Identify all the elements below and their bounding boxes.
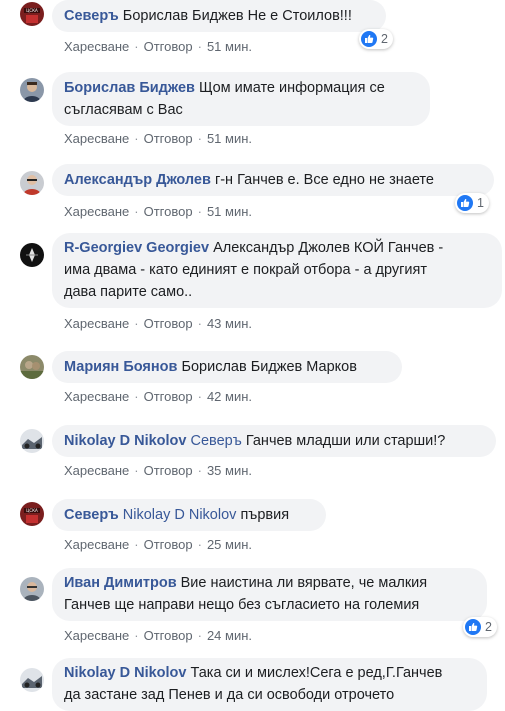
comment-actions: Харесване · Отговор · 24 мин. (64, 628, 252, 643)
comment-text: Борислав Биджев Не е Стоилов!!! (122, 8, 352, 24)
comment-author[interactable]: Северъ (64, 507, 119, 523)
comment-actions: Харесване · Отговор · 25 мин. (64, 537, 252, 552)
reply-link[interactable]: Отговор (144, 204, 193, 219)
reaction-count: 1 (477, 196, 484, 210)
reaction-summary[interactable]: 2 (359, 29, 393, 49)
like-icon (457, 195, 473, 211)
comment-bubble: Борислав Биджев Щом имате информация се … (52, 72, 430, 126)
like-link[interactable]: Харесване (64, 537, 129, 552)
comment-text: Така си и мислех!Сега е ред,Г.Ганчев (190, 665, 443, 681)
timestamp[interactable]: 51 мин. (207, 131, 252, 146)
avatar[interactable]: ЦСКА (20, 502, 44, 526)
avatar[interactable]: ЦСКА (20, 2, 44, 26)
comment-bubble: Иван Димитров Вие наистина ли вярвате, ч… (52, 568, 487, 621)
timestamp[interactable]: 42 мин. (207, 389, 252, 404)
like-link[interactable]: Харесване (64, 131, 129, 146)
svg-text:ЦСКА: ЦСКА (26, 8, 38, 13)
reaction-count: 2 (381, 32, 388, 46)
comment-bubble: Александър Джолев г-н Ганчев е. Все едно… (52, 164, 494, 196)
comment-text: Александър Джолев КОЙ Ганчев - (213, 240, 444, 256)
comment-text: съгласявам с Вас (64, 102, 183, 118)
reaction-summary[interactable]: 2 (463, 617, 497, 637)
comment-bubble: Мариян Боянов Борислав Биджев Марков (52, 351, 402, 383)
comment-actions: Харесване · Отговор · 51 мин. (64, 204, 252, 219)
like-link[interactable]: Харесване (64, 39, 129, 54)
comment-text: дава парите само.. (64, 284, 193, 300)
comment-actions: Харесване · Отговор · 42 мин. (64, 389, 252, 404)
comment-bubble: Северъ Борислав Биджев Не е Стоилов!!! (52, 0, 386, 32)
reply-link[interactable]: Отговор (144, 39, 193, 54)
timestamp[interactable]: 35 мин. (207, 463, 252, 478)
reply-link[interactable]: Отговор (144, 131, 193, 146)
avatar[interactable] (20, 78, 44, 102)
comment-author[interactable]: Борислав Биджев (64, 80, 195, 96)
comment-author[interactable]: Иван Димитров (64, 575, 177, 591)
timestamp[interactable]: 51 мин. (207, 39, 252, 54)
reply-link[interactable]: Отговор (144, 628, 193, 643)
like-icon (361, 31, 377, 47)
avatar[interactable] (20, 668, 44, 692)
like-link[interactable]: Харесване (64, 316, 129, 331)
comment-text: има двама - като единият е покрай отбора… (64, 262, 428, 278)
mention-link[interactable]: Северъ (191, 433, 242, 449)
comment-text: Щом имате информация се (198, 80, 385, 96)
timestamp[interactable]: 25 мин. (207, 537, 252, 552)
comment-author[interactable]: Северъ (64, 8, 119, 24)
like-link[interactable]: Харесване (64, 628, 129, 643)
comment-text: Вие наистина ли вярвате, че малкия (180, 575, 428, 591)
reply-link[interactable]: Отговор (144, 463, 193, 478)
avatar[interactable] (20, 577, 44, 601)
comment-text: Борислав Биджев Марков (181, 359, 357, 375)
comment-actions: Харесване · Отговор · 43 мин. (64, 316, 252, 331)
reply-link[interactable]: Отговор (144, 389, 193, 404)
reaction-summary[interactable]: 1 (455, 193, 489, 213)
comment-actions: Харесване · Отговор · 51 мин. (64, 131, 252, 146)
timestamp[interactable]: 43 мин. (207, 316, 252, 331)
comment-actions: Харесване · Отговор · 51 мин. (64, 39, 252, 54)
comment-actions: Харесване · Отговор · 35 мин. (64, 463, 252, 478)
comment-bubble: R-Georgiev Georgiev Александър Джолев КО… (52, 233, 502, 308)
comment-text: Ганчев младши или старши!? (245, 433, 446, 449)
svg-text:ЦСКА: ЦСКА (26, 508, 38, 513)
like-link[interactable]: Харесване (64, 389, 129, 404)
like-link[interactable]: Харесване (64, 204, 129, 219)
reply-link[interactable]: Отговор (144, 316, 193, 331)
avatar[interactable] (20, 171, 44, 195)
reply-link[interactable]: Отговор (144, 537, 193, 552)
comment-text: г-н Ганчев е. Все едно не знаете (214, 172, 434, 188)
avatar[interactable] (20, 243, 44, 267)
reaction-count: 2 (485, 620, 492, 634)
comment-bubble: Nikolay D Nikolov Така си и мислех!Сега … (52, 658, 487, 711)
comment-author[interactable]: R-Georgiev Georgiev (64, 240, 209, 256)
timestamp[interactable]: 51 мин. (207, 204, 252, 219)
comment-author[interactable]: Мариян Боянов (64, 359, 177, 375)
mention-link[interactable]: Nikolay D Nikolov (123, 507, 237, 523)
comment-bubble: Nikolay D Nikolov Северъ Ганчев младши и… (52, 425, 496, 457)
comment-author[interactable]: Александър Джолев (64, 172, 211, 188)
timestamp[interactable]: 24 мин. (207, 628, 252, 643)
comment-text: да застане зад Пенев и да си освободи от… (64, 687, 395, 703)
like-icon (465, 619, 481, 635)
avatar[interactable] (20, 355, 44, 379)
comment-bubble: Северъ Nikolay D Nikolov първия (52, 499, 326, 531)
comment-author[interactable]: Nikolay D Nikolov (64, 433, 186, 449)
avatar[interactable] (20, 429, 44, 453)
comment-author[interactable]: Nikolay D Nikolov (64, 665, 186, 681)
like-link[interactable]: Харесване (64, 463, 129, 478)
comment-text: първия (240, 507, 290, 523)
comment-text: Ганчев ще направи нещо без съгласието на… (64, 597, 420, 613)
